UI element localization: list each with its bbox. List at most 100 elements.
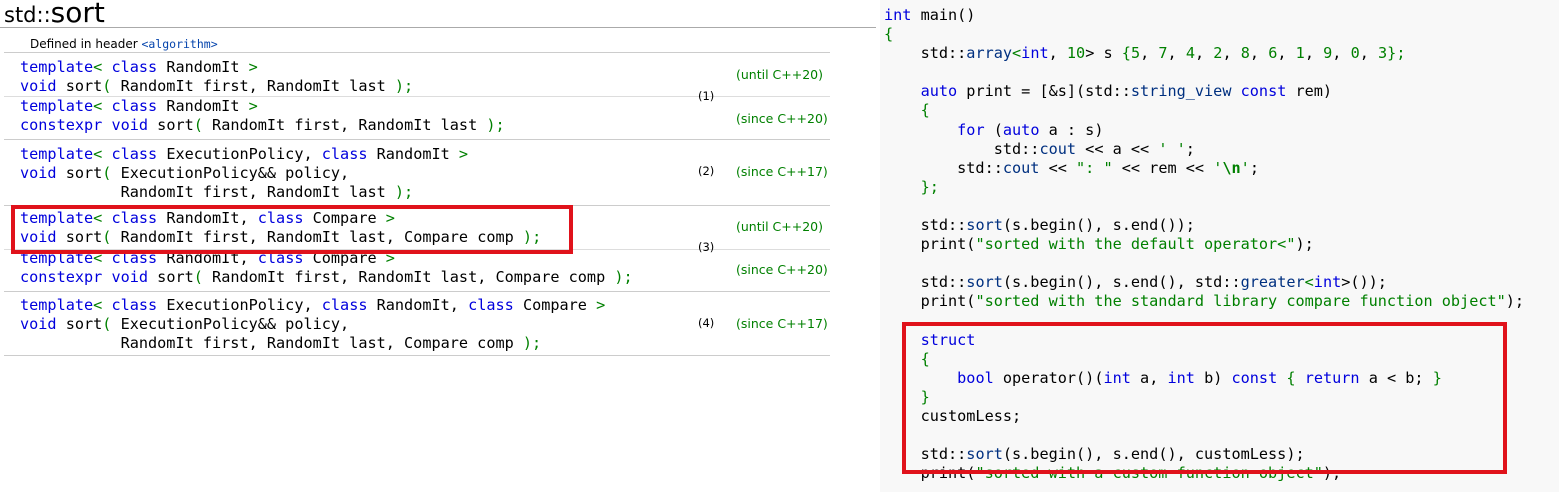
code-token: RandomIt, — [157, 209, 258, 227]
code-line: void sort( RandomIt first, RandomIt last… — [20, 77, 413, 96]
code-line: bool operator()(int a, int b) const { re… — [884, 369, 1524, 388]
code-token: < — [93, 145, 112, 163]
code-token: int — [1103, 368, 1131, 387]
code-token: cout — [1039, 139, 1077, 158]
overload-3a-declaration: template< class RandomIt, class Compare … — [20, 209, 541, 247]
code-token: ); — [394, 77, 414, 95]
code-token: < — [1012, 44, 1022, 63]
code-token: void — [20, 315, 57, 333]
code-token: template — [20, 249, 94, 267]
code-token: ( — [102, 164, 121, 182]
code-token: RandomIt — [367, 145, 459, 163]
code-token: ' — [1240, 158, 1250, 177]
code-token: class — [111, 58, 158, 76]
code-token: { — [884, 101, 930, 120]
page-title: std::sort — [4, 0, 105, 29]
code-token: 5 — [1130, 44, 1141, 63]
code-token: 8 — [1240, 44, 1250, 63]
code-token: int — [884, 6, 912, 24]
code-token: const — [1240, 82, 1287, 101]
code-token: }; — [1387, 44, 1406, 63]
code-token: "sorted with a custom function object" — [975, 464, 1323, 483]
code-token: , — [1249, 44, 1269, 63]
code-token: constexpr — [20, 116, 103, 134]
code-line: constexpr void sort( RandomIt first, Ran… — [20, 268, 633, 287]
code-token: bool — [957, 368, 994, 387]
code-token: 6 — [1268, 44, 1278, 63]
code-line: int main() — [884, 6, 1524, 25]
overload-4-declaration: template< class ExecutionPolicy, class R… — [20, 296, 605, 353]
version-badge: (until C++20) — [736, 219, 823, 234]
code-token: RandomIt — [157, 97, 249, 115]
header-link[interactable]: <algorithm> — [141, 37, 217, 51]
code-line: std::array<int, 10> s {5, 7, 4, 2, 8, 6,… — [884, 44, 1524, 63]
code-token: print( — [884, 464, 976, 483]
code-token: { — [884, 349, 930, 368]
code-token: void — [111, 116, 149, 134]
code-line: auto print = [&s](std::string_view const… — [884, 82, 1524, 101]
code-token: print = [&s](std:: — [957, 82, 1131, 101]
code-token: < — [93, 296, 112, 314]
code-token: \n — [1222, 158, 1241, 177]
code-token: , — [1167, 44, 1186, 63]
code-token: int — [1313, 273, 1342, 292]
code-token: > — [596, 296, 606, 314]
code-token: template — [20, 97, 94, 115]
code-token: { — [1286, 368, 1296, 387]
code-token: ); — [486, 116, 505, 134]
code-token: (s.begin(), s.end(), std:: — [1002, 273, 1241, 292]
overload-number: (2) — [698, 164, 715, 178]
code-token: class — [257, 209, 304, 227]
code-line: struct — [884, 331, 1524, 350]
code-token: void — [20, 164, 57, 182]
code-line: print("sorted with the standard library … — [884, 292, 1525, 311]
code-token: class — [111, 97, 158, 115]
code-token: for — [957, 120, 985, 139]
code-token: sort — [966, 273, 1003, 292]
code-token: < — [93, 97, 112, 115]
version-badge: (since C++20) — [736, 262, 828, 277]
code-token: "sorted with the default operator<" — [975, 235, 1296, 254]
code-token: sort — [966, 445, 1003, 464]
code-line: } — [884, 388, 1524, 407]
code-token: ); — [522, 228, 542, 246]
code-token: ); — [1322, 464, 1342, 483]
code-token: RandomIt first, RandomIt last — [20, 183, 395, 201]
code-token: ' ' — [1158, 139, 1186, 158]
version-badge: (until C++20) — [736, 67, 823, 82]
example-code-panel: int main(){ std::array<int, 10> s {5, 7,… — [880, 0, 1559, 492]
code-token: << rem << — [1112, 158, 1214, 177]
title-divider — [0, 27, 876, 28]
version-badge: (since C++17) — [736, 316, 828, 331]
code-line: template< class RandomIt, class Compare … — [20, 209, 541, 228]
code-token: constexpr — [20, 268, 103, 286]
code-token: array — [966, 44, 1013, 63]
code-token: print( — [884, 292, 976, 311]
code-token: < — [93, 249, 112, 267]
code-line: print("sorted with the default operator<… — [884, 235, 1524, 254]
code-token: , — [1222, 44, 1241, 63]
code-token: > — [385, 249, 395, 267]
code-token: } — [1432, 368, 1442, 387]
code-token: 4 — [1185, 44, 1195, 63]
code-token: sort — [148, 116, 194, 134]
code-token: > — [458, 145, 469, 163]
code-token: ); — [522, 334, 542, 352]
overload-number: (1) — [698, 89, 715, 103]
overload-number: (3) — [698, 240, 715, 254]
code-token: ); — [614, 268, 633, 286]
code-token: < — [1304, 273, 1314, 292]
code-token: string_view — [1130, 82, 1232, 101]
code-token: sort — [56, 77, 103, 95]
code-token: ( — [193, 116, 213, 134]
code-line: template< class RandomIt > — [20, 97, 505, 116]
table-divider — [4, 291, 830, 292]
code-token: Compare — [513, 296, 597, 314]
code-token: 10 — [1066, 44, 1086, 63]
code-token: template — [20, 145, 94, 163]
code-token: template — [20, 296, 94, 314]
